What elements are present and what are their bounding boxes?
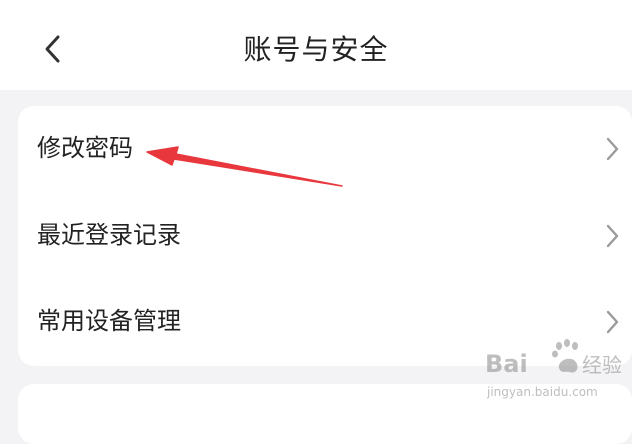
chevron-right-icon [606,137,619,161]
watermark-domain: jingyan.baidu.com [486,385,598,399]
watermark-brand: Bai [485,350,528,378]
top-bar: 账号与安全 [0,0,632,90]
menu-item-label: 修改密码 [37,134,133,162]
baidu-jingyan-watermark: Bai 经验 jingyan.baidu.com [485,339,622,399]
menu-card: 修改密码 最近登录记录 常用设备管理 [18,106,632,366]
chevron-right-icon [606,224,619,248]
page-title: 账号与安全 [243,33,389,66]
chevron-right-icon [606,310,619,334]
menu-item-label: 最近登录记录 [37,221,181,249]
menu-item-login-history[interactable]: 最近登录记录 [18,193,632,279]
menu-item-label: 常用设备管理 [37,307,181,335]
watermark-brand-cn: 经验 [582,353,622,377]
menu-item-change-password[interactable]: 修改密码 [18,106,632,192]
